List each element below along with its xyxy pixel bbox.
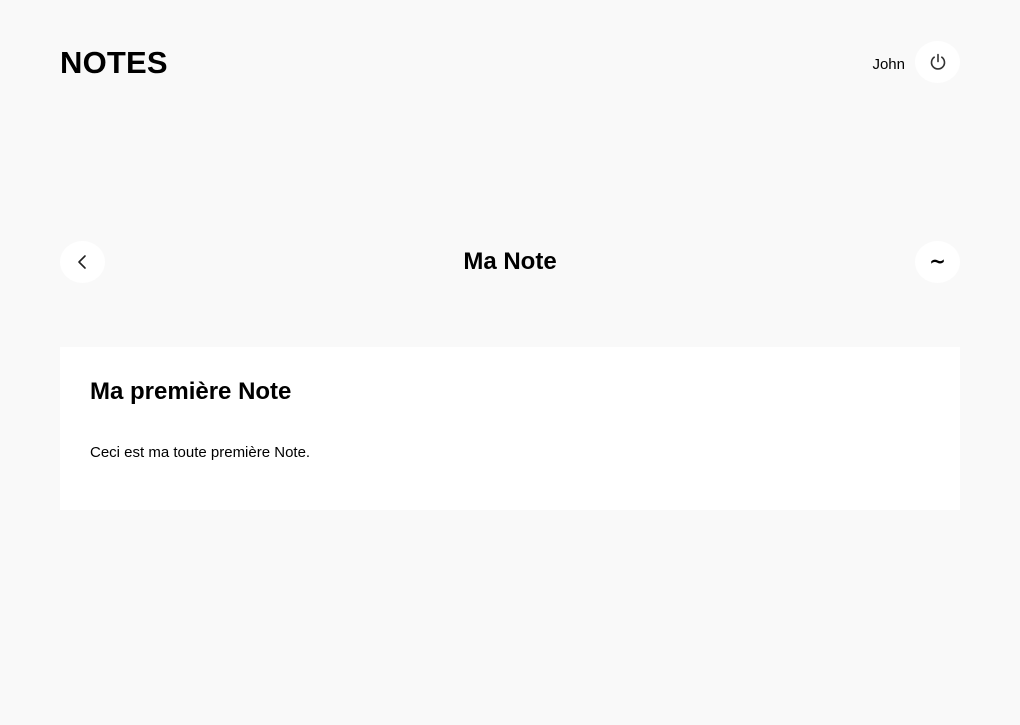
page-title: Ma Note — [463, 248, 557, 275]
user-area: John — [872, 41, 960, 83]
user-name: John — [872, 56, 905, 73]
note-title: Ma première Note — [90, 378, 292, 405]
note-body: Ceci est ma toute première Note. — [90, 444, 311, 461]
power-icon — [928, 52, 948, 72]
note-card: Ma première Note Ceci est ma toute premi… — [60, 347, 960, 510]
app-title: NOTES — [60, 45, 168, 80]
tilde-icon: ~ — [929, 249, 946, 273]
logout-button[interactable] — [915, 41, 960, 83]
edit-button[interactable]: ~ — [915, 241, 960, 283]
